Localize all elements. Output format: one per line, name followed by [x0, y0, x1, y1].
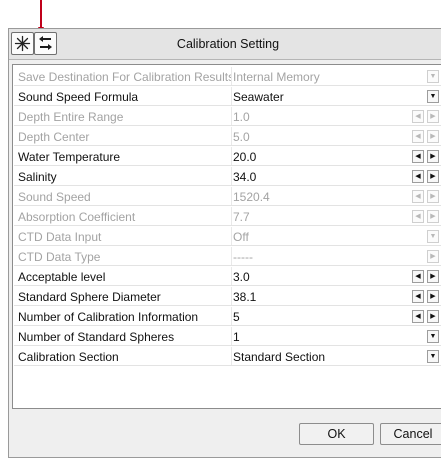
column-divider	[231, 307, 232, 325]
setting-value[interactable]: Seawater	[233, 90, 284, 104]
setting-label: Number of Standard Spheres	[18, 330, 175, 344]
column-divider	[231, 347, 232, 365]
decrement-arrow-icon: ◀	[412, 130, 424, 143]
setting-value[interactable]: 3.0	[233, 270, 250, 284]
column-divider	[231, 247, 232, 265]
decrement-arrow-icon: ◀	[412, 210, 424, 223]
dropdown-arrow-icon[interactable]: ▼	[427, 330, 439, 343]
increment-arrow-icon: ▶	[427, 190, 439, 203]
dropdown-arrow-icon[interactable]: ▼	[427, 90, 439, 103]
column-divider	[231, 107, 232, 125]
decrement-arrow-icon[interactable]: ◀	[412, 310, 424, 323]
setting-label: Number of Calibration Information	[18, 310, 199, 324]
column-divider	[231, 67, 232, 85]
settings-table: Save Destination For Calibration Results…	[12, 64, 441, 409]
decrement-arrow-icon[interactable]: ◀	[412, 170, 424, 183]
setting-row[interactable]: Sound Speed 1520.4 ◀ ▶	[14, 187, 441, 206]
setting-label: Calibration Section	[18, 350, 119, 364]
column-divider	[231, 287, 232, 305]
setting-row[interactable]: Salinity 34.0 ◀ ▶	[14, 167, 441, 186]
setting-value: -----	[233, 250, 253, 264]
dropdown-arrow-icon: ▼	[427, 230, 439, 243]
setting-row[interactable]: CTD Data Type ----- ▶	[14, 247, 441, 266]
decrement-arrow-icon[interactable]: ◀	[412, 290, 424, 303]
increment-arrow-icon[interactable]: ▶	[427, 270, 439, 283]
setting-row[interactable]: CTD Data Input Off ▼	[14, 227, 441, 246]
cancel-button[interactable]: Cancel	[380, 423, 441, 445]
ok-button[interactable]: OK	[299, 423, 374, 445]
setting-value[interactable]: 5	[233, 310, 240, 324]
annotation-pointer-line	[40, 0, 42, 30]
setting-label: CTD Data Input	[18, 230, 102, 244]
setting-label: Depth Center	[18, 130, 90, 144]
column-divider	[231, 167, 232, 185]
setting-row[interactable]: Number of Standard Spheres 1 ▼	[14, 327, 441, 346]
setting-value: Off	[233, 230, 249, 244]
increment-arrow-icon: ▶	[427, 130, 439, 143]
setting-label: CTD Data Type	[18, 250, 101, 264]
increment-arrow-icon[interactable]: ▶	[427, 170, 439, 183]
setting-value[interactable]: 1	[233, 330, 240, 344]
dialog-title: Calibration Setting	[176, 37, 280, 51]
setting-label: Standard Sphere Diameter	[18, 290, 161, 304]
column-divider	[231, 127, 232, 145]
setting-value: 5.0	[233, 130, 250, 144]
increment-arrow-icon: ▶	[427, 110, 439, 123]
setting-row[interactable]: Save Destination For Calibration Results…	[14, 67, 441, 86]
column-divider	[231, 187, 232, 205]
setting-row[interactable]: Depth Center 5.0 ◀ ▶	[14, 127, 441, 146]
setting-value[interactable]: 38.1	[233, 290, 256, 304]
setting-label: Water Temperature	[18, 150, 121, 164]
setting-row[interactable]: Calibration Section Standard Section ▼	[14, 347, 441, 366]
setting-row[interactable]: Water Temperature 20.0 ◀ ▶	[14, 147, 441, 166]
calibration-setting-dialog: Calibration Setting Save Destination For…	[8, 28, 441, 458]
setting-row[interactable]: Number of Calibration Information 5 ◀ ▶	[14, 307, 441, 326]
dropdown-arrow-icon[interactable]: ▼	[427, 350, 439, 363]
column-divider	[231, 327, 232, 345]
setting-value: 1520.4	[233, 190, 270, 204]
column-divider	[231, 267, 232, 285]
setting-label: Save Destination For Calibration Results	[18, 70, 232, 84]
setting-value: 7.7	[233, 210, 250, 224]
column-divider	[231, 147, 232, 165]
setting-label: Depth Entire Range	[18, 110, 124, 124]
setting-value[interactable]: 34.0	[233, 170, 256, 184]
column-divider	[231, 207, 232, 225]
increment-arrow-icon[interactable]: ▶	[427, 310, 439, 323]
column-divider	[231, 227, 232, 245]
setting-row[interactable]: Standard Sphere Diameter 38.1 ◀ ▶	[14, 287, 441, 306]
setting-label: Absorption Coefficient	[18, 210, 136, 224]
increment-arrow-icon[interactable]: ▶	[427, 290, 439, 303]
setting-label: Acceptable level	[18, 270, 106, 284]
dialog-titlebar: Calibration Setting	[9, 29, 441, 60]
increment-arrow-icon[interactable]: ▶	[427, 150, 439, 163]
setting-value: 1.0	[233, 110, 250, 124]
decrement-arrow-icon: ◀	[412, 190, 424, 203]
expand-arrow-icon: ▶	[427, 250, 439, 263]
setting-label: Salinity	[18, 170, 57, 184]
decrement-arrow-icon[interactable]: ◀	[412, 270, 424, 283]
setting-row[interactable]: Depth Entire Range 1.0 ◀ ▶	[14, 107, 441, 126]
setting-value[interactable]: Standard Section	[233, 350, 325, 364]
setting-label: Sound Speed	[18, 190, 91, 204]
setting-row[interactable]: Acceptable level 3.0 ◀ ▶	[14, 267, 441, 286]
column-divider	[231, 87, 232, 105]
setting-value: Internal Memory	[233, 70, 320, 84]
decrement-arrow-icon[interactable]: ◀	[412, 150, 424, 163]
decrement-arrow-icon: ◀	[412, 110, 424, 123]
setting-row[interactable]: Sound Speed Formula Seawater ▼	[14, 87, 441, 106]
dropdown-arrow-icon: ▼	[427, 70, 439, 83]
setting-value[interactable]: 20.0	[233, 150, 256, 164]
setting-label: Sound Speed Formula	[18, 90, 139, 104]
increment-arrow-icon: ▶	[427, 210, 439, 223]
setting-row[interactable]: Absorption Coefficient 7.7 ◀ ▶	[14, 207, 441, 226]
